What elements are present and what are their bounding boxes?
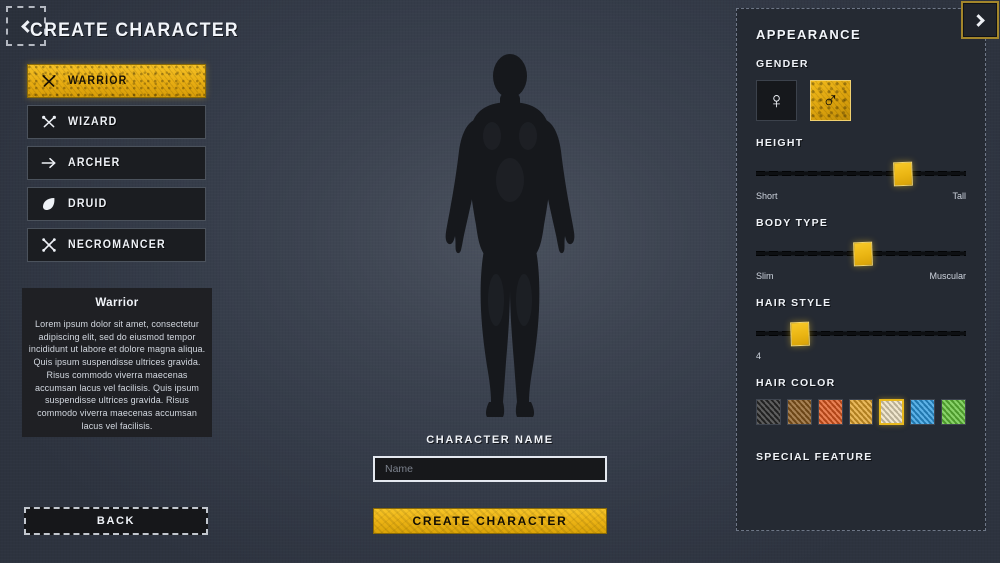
gender-label: GENDER bbox=[756, 58, 809, 70]
class-option-druid[interactable]: DRUID bbox=[27, 187, 206, 221]
class-option-warrior[interactable]: WARRIOR bbox=[27, 64, 206, 98]
hair-color-swatch-fill bbox=[849, 400, 873, 424]
hair-style-slider[interactable] bbox=[756, 319, 966, 347]
create-character-button[interactable]: CREATE CHARACTER bbox=[373, 508, 607, 534]
class-option-label: ARCHER bbox=[68, 157, 121, 169]
body-type-max-label: Muscular bbox=[929, 271, 966, 281]
hair-color-swatch-green[interactable] bbox=[941, 399, 966, 425]
class-list: WARRIOR WIZARD ARCHER DRUID NECROMANCER bbox=[27, 64, 206, 262]
hair-style-slider-thumb[interactable] bbox=[790, 321, 811, 347]
class-description-panel: Warrior Lorem ipsum dolor sit amet, cons… bbox=[22, 288, 212, 437]
hair-color-swatch-fill bbox=[911, 400, 935, 424]
mars-icon: ♂ bbox=[821, 87, 840, 113]
height-slider-thumb[interactable] bbox=[893, 161, 913, 187]
class-option-label: WIZARD bbox=[68, 116, 118, 128]
character-name-label: CHARACTER NAME bbox=[426, 434, 554, 446]
hair-color-swatch-fill bbox=[757, 400, 780, 424]
body-type-label: BODY TYPE bbox=[756, 217, 829, 229]
hair-style-value: 4 bbox=[756, 351, 762, 361]
hair-color-label: HAIR COLOR bbox=[756, 377, 836, 389]
class-option-label: NECROMANCER bbox=[68, 239, 166, 251]
hair-color-swatch-fill bbox=[818, 400, 842, 424]
chevron-right-icon bbox=[972, 13, 985, 27]
hair-color-swatch-fill bbox=[881, 401, 903, 423]
back-button[interactable]: BACK bbox=[24, 507, 208, 535]
class-option-label: WARRIOR bbox=[68, 75, 128, 87]
crossed-swords-icon bbox=[42, 75, 56, 87]
height-label: HEIGHT bbox=[756, 137, 804, 149]
character-name-input[interactable] bbox=[373, 456, 607, 482]
appearance-title: APPEARANCE bbox=[756, 27, 862, 42]
venus-icon: ♀ bbox=[767, 87, 786, 113]
hair-color-swatch-fill bbox=[787, 400, 811, 424]
crossed-wands-icon bbox=[42, 115, 56, 128]
header: CREATE CHARACTER bbox=[6, 6, 255, 46]
body-type-min-label: Slim bbox=[756, 271, 774, 281]
special-feature-group[interactable]: SPECIAL FEATURE bbox=[737, 451, 985, 463]
class-description-title: Warrior bbox=[95, 297, 139, 309]
appearance-next-button[interactable] bbox=[961, 1, 999, 39]
arrow-icon bbox=[41, 157, 56, 169]
height-slider-track bbox=[756, 171, 966, 176]
class-option-wizard[interactable]: WIZARD bbox=[27, 105, 206, 139]
hair-color-swatch-brown[interactable] bbox=[786, 399, 812, 425]
gender-option-female[interactable]: ♀ bbox=[756, 80, 797, 121]
hair-color-group: HAIR COLOR bbox=[737, 377, 985, 425]
hair-color-swatch-blonde[interactable] bbox=[879, 399, 905, 425]
hair-style-group: HAIR STYLE 4 bbox=[737, 297, 985, 361]
page-title: CREATE CHARACTER bbox=[30, 20, 239, 41]
crossed-bones-icon bbox=[42, 238, 56, 252]
height-slider[interactable] bbox=[756, 159, 966, 187]
height-group: HEIGHT Short Tall bbox=[737, 137, 985, 201]
body-type-slider-thumb[interactable] bbox=[853, 241, 874, 267]
gender-option-male[interactable]: ♂ bbox=[810, 80, 851, 121]
hair-color-swatch-fill bbox=[942, 400, 965, 424]
hair-color-swatches bbox=[756, 399, 966, 425]
height-slider-labels: Short Tall bbox=[756, 191, 966, 201]
hair-color-swatch-black[interactable] bbox=[756, 399, 781, 425]
class-option-label: DRUID bbox=[68, 198, 108, 210]
body-type-slider-labels: Slim Muscular bbox=[756, 271, 966, 281]
character-silhouette bbox=[445, 54, 575, 417]
appearance-panel: APPEARANCE GENDER ♀ ♂ HEIGHT Short Tall … bbox=[736, 1, 999, 531]
hair-color-swatch-gold[interactable] bbox=[848, 399, 874, 425]
gender-options: ♀ ♂ bbox=[756, 80, 966, 121]
character-preview[interactable] bbox=[300, 0, 720, 430]
body-type-group: BODY TYPE Slim Muscular bbox=[737, 217, 985, 281]
hair-color-swatch-blue[interactable] bbox=[910, 399, 936, 425]
class-description-body: Lorem ipsum dolor sit amet, consectetur … bbox=[28, 319, 206, 431]
hair-style-slider-track bbox=[756, 331, 966, 336]
special-feature-label: SPECIAL FEATURE bbox=[756, 451, 873, 463]
leaf-icon bbox=[43, 198, 55, 210]
name-section: CHARACTER NAME bbox=[373, 434, 607, 482]
class-option-archer[interactable]: ARCHER bbox=[27, 146, 206, 180]
height-max-label: Tall bbox=[952, 191, 966, 201]
height-min-label: Short bbox=[756, 191, 778, 201]
hair-color-swatch-ginger[interactable] bbox=[817, 399, 843, 425]
gender-group: GENDER ♀ ♂ bbox=[737, 58, 985, 121]
class-option-necromancer[interactable]: NECROMANCER bbox=[27, 228, 206, 262]
hair-style-label: HAIR STYLE bbox=[756, 297, 832, 309]
body-type-slider[interactable] bbox=[756, 239, 966, 267]
